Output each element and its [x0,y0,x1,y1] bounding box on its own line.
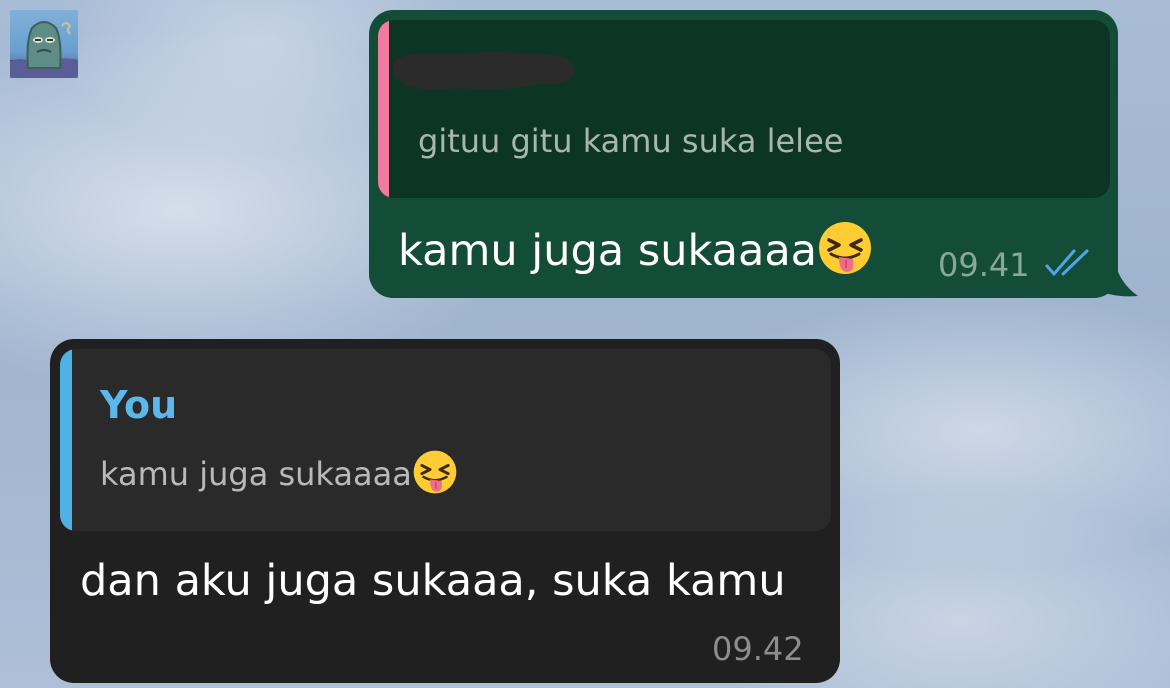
contact-avatar-icon [10,21,78,78]
quoted-sender-name: You [100,383,178,427]
quoted-message-text: gituu gitu kamu suka lelee [418,122,844,160]
outgoing-reply-quote[interactable]: gituu gitu kamu suka lelee [378,20,1110,198]
incoming-message-text: dan aku juga sukaaa, suka kamu [80,556,786,606]
outgoing-message-text: kamu juga sukaaaa [398,220,873,287]
quoted-message-body: kamu juga sukaaaa [100,455,412,493]
quoted-message-text: kamu juga sukaaaa [100,449,458,503]
squinting-tongue-emoji [412,449,458,503]
squinting-tongue-emoji [817,220,873,287]
quote-accent-bar [60,349,72,531]
double-check-read-icon [1045,249,1089,276]
outgoing-bubble-tail [1090,258,1138,297]
outgoing-message-time: 09.41 [938,246,1030,284]
incoming-message-time: 09.42 [712,630,804,668]
incoming-reply-quote[interactable]: You kamu juga sukaaaa [60,349,831,531]
contact-avatar[interactable] [10,10,78,78]
outgoing-message-body: kamu juga sukaaaa [398,226,818,276]
redacted-sender-name [393,52,575,90]
